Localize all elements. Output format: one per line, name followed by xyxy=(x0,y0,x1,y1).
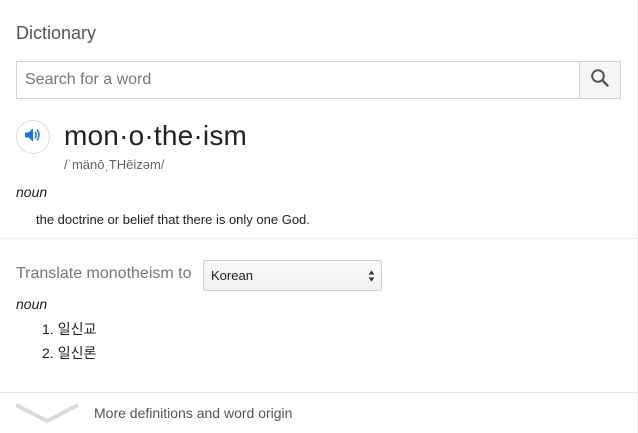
dictionary-card: Dictionary mon·o·the·ism /ˈmänōˌTHēizəm/… xyxy=(0,0,638,433)
definition-text: the doctrine or belief that there is onl… xyxy=(36,212,310,227)
search-box xyxy=(16,61,621,99)
translation-text: 일신교 xyxy=(57,321,97,337)
search-button[interactable] xyxy=(579,62,620,98)
translation-number: 1. xyxy=(42,321,54,337)
chevron-down-icon xyxy=(14,401,80,430)
section-divider xyxy=(0,238,638,239)
translation-item: 2. 일신론 xyxy=(42,344,96,368)
speaker-icon xyxy=(24,127,42,148)
pronunciation-button[interactable] xyxy=(16,120,50,154)
headword: mon·o·the·ism xyxy=(64,120,248,151)
phonetic-spelling: /ˈmänōˌTHēizəm/ xyxy=(64,157,165,172)
translation-number: 2. xyxy=(42,345,54,361)
select-arrows-icon xyxy=(368,269,375,283)
language-select[interactable]: Korean xyxy=(203,260,382,291)
part-of-speech: noun xyxy=(16,184,48,200)
language-select-value: Korean xyxy=(211,268,253,283)
translate-label: Translate monotheism to xyxy=(16,265,192,282)
translation-part-of-speech: noun xyxy=(16,296,48,312)
card-title: Dictionary xyxy=(16,23,97,43)
search-input[interactable] xyxy=(17,62,579,98)
translation-item: 1. 일신교 xyxy=(42,320,96,344)
more-definitions-link[interactable]: More definitions and word origin xyxy=(0,393,638,433)
more-definitions-label: More definitions and word origin xyxy=(94,405,293,421)
translation-text: 일신론 xyxy=(57,345,97,361)
translation-list: 1. 일신교 2. 일신론 xyxy=(42,320,96,368)
search-icon xyxy=(590,68,610,93)
